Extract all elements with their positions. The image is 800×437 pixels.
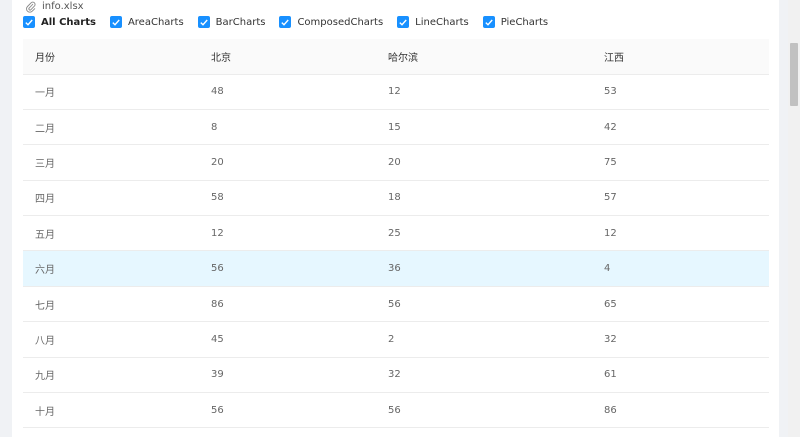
table-cell: 25 [376,215,592,252]
table-cell: 12 [376,74,592,110]
table-cell: 八月 [23,321,199,358]
table-row[interactable]: 六月 56 36 4 [23,250,769,287]
chart-type-filters: All Charts AreaCharts BarCharts ComposedCha… [23,14,562,30]
table-cell: 三月 [23,144,199,181]
checkbox-checked-icon[interactable] [482,16,495,28]
file-name[interactable]: info.xlsx [42,1,84,12]
table-cell: 2 [376,321,592,358]
table-row[interactable]: 八月 45 2 32 [23,321,769,358]
column-header: 北京 [199,39,376,75]
table-cell: 四月 [23,180,199,217]
table-cell: 二月 [23,109,199,146]
table-cell: 57 [592,180,769,217]
table-cell: 39 [199,357,376,394]
table-cell: 五月 [23,215,199,252]
table-row[interactable]: 四月 58 18 57 [23,180,769,217]
checkbox-label: PieCharts [500,16,549,28]
table-cell: 12 [592,215,769,252]
table-cell: 一月 [23,74,199,110]
paperclip-icon [26,1,36,13]
table-row[interactable]: 九月 39 32 61 [23,357,769,394]
chart-filter-checkbox[interactable]: All Charts [23,16,96,28]
table-cell: 56 [199,392,376,429]
table-cell: 8 [199,109,376,146]
file-attachment[interactable]: info.xlsx [26,0,84,13]
table-cell: 53 [592,74,769,110]
vertical-scrollbar[interactable] [788,0,800,437]
table-cell: 56 [376,286,592,323]
checkbox-checked-icon[interactable] [197,16,210,28]
table-cell: 75 [592,144,769,181]
table-row[interactable]: 一月 48 12 53 [23,74,769,110]
table-cell: 36 [376,250,592,287]
column-header: 江西 [592,39,769,75]
column-header: 哈尔滨 [376,39,592,75]
checkbox-label: AreaCharts [127,16,184,28]
table-cell: 65 [592,286,769,323]
table-row[interactable]: 七月 86 56 65 [23,286,769,323]
main-content: info.xlsx All Charts AreaCharts BarCharts C… [12,0,779,437]
column-header: 月份 [23,39,199,75]
chart-filter-checkbox[interactable]: ComposedCharts [279,16,383,28]
table-cell: 42 [592,109,769,146]
checkbox-checked-icon[interactable] [23,16,35,28]
table-cell: 45 [199,321,376,358]
table-cell: 86 [592,392,769,429]
table-cell: 20 [376,144,592,181]
table-cell: 48 [199,74,376,110]
checkbox-label: BarCharts [215,16,266,28]
chart-filter-checkbox[interactable]: AreaCharts [109,16,184,28]
table-cell: 七月 [23,286,199,323]
checkbox-checked-icon[interactable] [279,16,292,28]
table-cell: 56 [376,392,592,429]
table-header-row: 月份 北京 哈尔滨 江西 [23,39,769,75]
table-cell: 4 [592,250,769,287]
checkbox-label: ComposedCharts [297,16,384,28]
data-table: 月份 北京 哈尔滨 江西 一月 48 12 53 二月 8 15 42 三月 20 20 75 四月 58… [23,39,769,429]
table-cell: 32 [592,321,769,358]
table-cell: 六月 [23,250,199,287]
table-cell: 15 [376,109,592,146]
table-cell: 86 [199,286,376,323]
table-cell: 12 [199,215,376,252]
checkbox-checked-icon[interactable] [397,16,410,28]
chart-filter-checkbox[interactable]: BarCharts [197,16,266,28]
checkbox-label: All Charts [41,16,96,28]
table-cell: 61 [592,357,769,394]
table-cell: 18 [376,180,592,217]
table-cell: 56 [199,250,376,287]
table-cell: 32 [376,357,592,394]
scrollbar-thumb[interactable] [790,43,798,106]
table-row[interactable]: 二月 8 15 42 [23,109,769,146]
chart-filter-checkbox[interactable]: PieCharts [482,16,549,28]
checkbox-checked-icon[interactable] [109,16,122,28]
table-row[interactable]: 十月 56 56 86 [23,392,769,429]
table-cell: 十月 [23,392,199,429]
chart-filter-checkbox[interactable]: LineCharts [397,16,469,28]
checkbox-label: LineCharts [415,16,469,28]
table-cell: 九月 [23,357,199,394]
table-cell: 20 [199,144,376,181]
table-row[interactable]: 三月 20 20 75 [23,144,769,181]
table-cell: 58 [199,180,376,217]
table-row[interactable]: 五月 12 25 12 [23,215,769,252]
